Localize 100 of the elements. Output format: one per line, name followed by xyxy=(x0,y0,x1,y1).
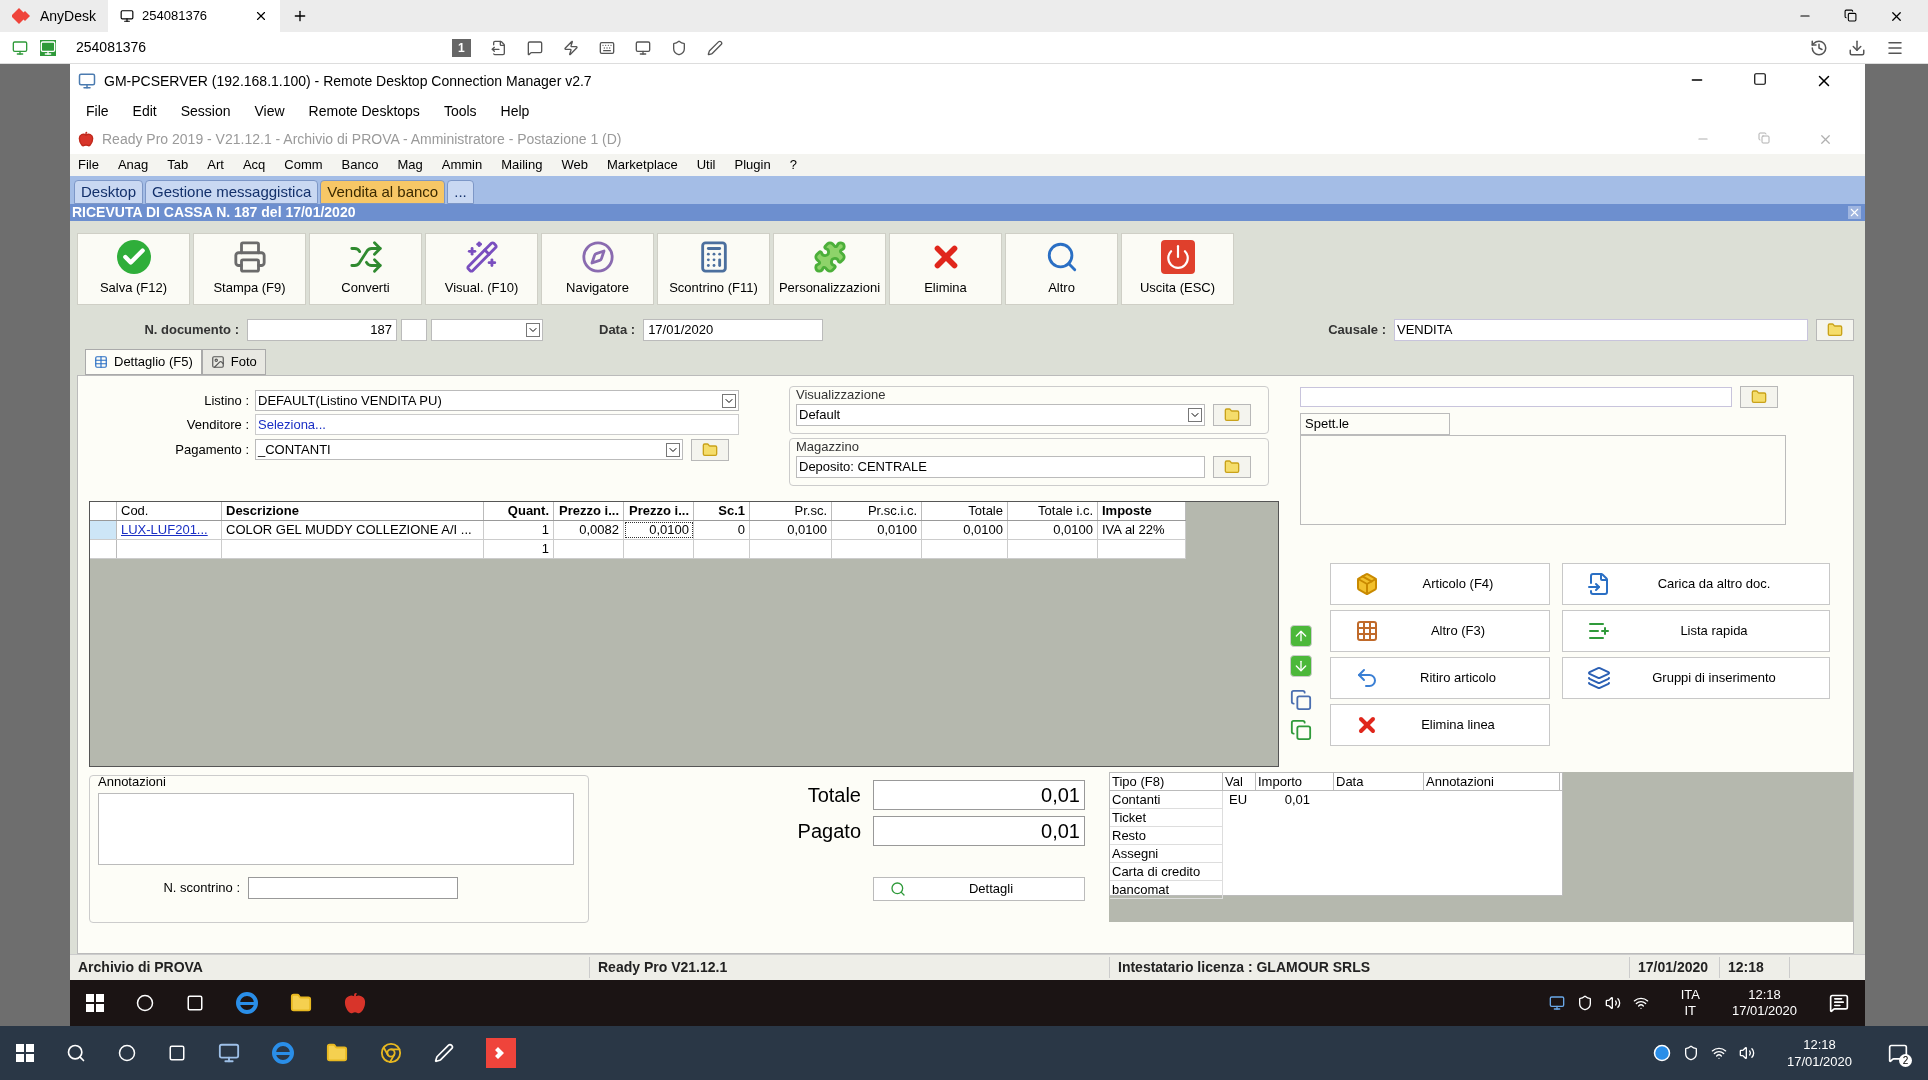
shield-icon[interactable] xyxy=(1682,1045,1699,1061)
file-explorer-icon[interactable] xyxy=(326,1042,348,1064)
column-header[interactable]: Pr.sc. xyxy=(750,502,832,520)
menu-item[interactable]: File xyxy=(86,100,109,122)
column-header[interactable]: Totale xyxy=(922,502,1008,520)
payment-type-cell[interactable]: Carta di credito xyxy=(1110,863,1223,881)
suffix-field[interactable] xyxy=(401,319,427,341)
volume-icon[interactable] xyxy=(1738,1045,1755,1061)
payment-type-cell[interactable]: Assegni xyxy=(1110,845,1223,863)
menu-item[interactable]: Banco xyxy=(341,155,379,175)
column-header[interactable]: Pr.sc.i.c. xyxy=(832,502,922,520)
menu-item[interactable]: Util xyxy=(696,155,716,175)
clock-date[interactable]: 17/01/2020 xyxy=(1731,1003,1797,1019)
notifications-icon[interactable] xyxy=(1829,993,1849,1013)
copy-icon[interactable] xyxy=(1290,689,1312,711)
causale-field[interactable]: VENDITA xyxy=(1394,319,1808,341)
action-button[interactable]: Gruppi di inserimento xyxy=(1562,657,1830,699)
receipt-number-field[interactable] xyxy=(248,877,458,899)
maximize-icon[interactable] xyxy=(1753,72,1767,86)
document-tab[interactable]: Vendita al banco xyxy=(320,180,446,204)
pen-app-icon[interactable] xyxy=(434,1043,454,1063)
task-view-icon[interactable] xyxy=(168,1044,186,1062)
menu-item[interactable]: Marketplace xyxy=(606,155,678,175)
column-header[interactable]: Importo xyxy=(1256,773,1334,790)
detail-tab[interactable]: Foto xyxy=(201,349,266,375)
rdcm-app-icon[interactable] xyxy=(218,1042,240,1064)
toolbar-button[interactable]: Salva (F12) xyxy=(77,233,190,305)
menu-item[interactable]: Tools xyxy=(443,100,477,122)
keyboard-layout[interactable]: IT xyxy=(1684,1003,1697,1019)
column-header[interactable]: Prezzo i... xyxy=(554,502,624,520)
column-header[interactable]: Val xyxy=(1223,773,1256,790)
menu-item[interactable]: ? xyxy=(789,155,797,175)
menu-item[interactable]: Ammin xyxy=(441,155,483,175)
address-field[interactable]: 254081376 xyxy=(68,35,428,60)
duplicate-icon[interactable] xyxy=(1290,719,1312,741)
visualizzazione-dropdown[interactable]: Default xyxy=(796,404,1205,426)
listino-dropdown[interactable]: DEFAULT(Listino VENDITA PU) xyxy=(255,390,739,411)
menu-item[interactable]: Tab xyxy=(167,155,189,175)
session-tab[interactable]: 254081376 xyxy=(108,0,281,32)
chat-icon[interactable] xyxy=(526,39,543,56)
menu-item[interactable]: Anag xyxy=(117,155,149,175)
download-icon[interactable] xyxy=(1848,38,1866,57)
menu-item[interactable]: Mailing xyxy=(501,155,543,175)
pen-icon[interactable] xyxy=(706,39,723,56)
payment-type-cell[interactable]: Ticket xyxy=(1110,809,1223,827)
series-dropdown[interactable] xyxy=(431,319,543,341)
column-header[interactable]: Annotazioni xyxy=(1424,773,1560,790)
restore-icon[interactable] xyxy=(1844,8,1857,22)
search-icon[interactable] xyxy=(66,1043,86,1063)
file-transfer-icon[interactable] xyxy=(490,39,507,56)
action-button[interactable]: Altro (F3) xyxy=(1330,610,1550,652)
menu-item[interactable]: Acq xyxy=(242,155,266,175)
magazzino-field[interactable]: Deposito: CENTRALE xyxy=(796,456,1205,478)
column-header[interactable]: Totale i.c. xyxy=(1008,502,1098,520)
column-header[interactable]: Cod. xyxy=(117,502,222,520)
menu-item[interactable]: Comm xyxy=(284,155,323,175)
customer-field[interactable] xyxy=(1300,387,1732,407)
column-header[interactable]: Quant. xyxy=(484,502,554,520)
menu-item[interactable]: Plugin xyxy=(734,155,771,175)
keyboard-icon[interactable] xyxy=(598,39,615,56)
menu-item[interactable]: Help xyxy=(500,100,530,122)
action-button[interactable]: Articolo (F4) xyxy=(1330,563,1550,605)
clock-time[interactable]: 12:18 xyxy=(1803,1036,1836,1053)
action-button[interactable]: Elimina linea xyxy=(1330,704,1550,746)
anydesk-app-icon[interactable] xyxy=(486,1038,516,1068)
task-view-icon[interactable] xyxy=(186,994,204,1012)
toolbar-button[interactable]: Stampa (F9) xyxy=(193,233,306,305)
toolbar-button[interactable]: Visual. (F10) xyxy=(425,233,538,305)
column-header[interactable]: Imposte xyxy=(1098,502,1186,520)
column-header[interactable]: Tipo (F8) xyxy=(1110,773,1223,790)
menu-item[interactable]: Remote Desktops xyxy=(308,100,420,122)
venditore-field[interactable]: Seleziona... xyxy=(255,414,739,435)
monitor-icon[interactable] xyxy=(634,39,651,56)
toolbar-button[interactable]: Converti xyxy=(309,233,422,305)
shield-icon[interactable] xyxy=(670,39,687,56)
payment-type-cell[interactable]: Contanti xyxy=(1110,791,1223,809)
action-button[interactable]: Carica da altro doc. xyxy=(1562,563,1830,605)
lightning-icon[interactable] xyxy=(562,39,579,56)
browser-e-icon[interactable] xyxy=(236,992,258,1014)
toolbar-button[interactable]: Navigatore xyxy=(541,233,654,305)
document-tab[interactable]: ... xyxy=(447,180,474,204)
network-icon[interactable] xyxy=(1710,1045,1727,1061)
column-header[interactable]: Prezzo i... xyxy=(624,502,694,520)
toolbar-button[interactable]: Altro xyxy=(1005,233,1118,305)
menu-item[interactable]: Web xyxy=(561,155,588,175)
tray-icon[interactable] xyxy=(1548,995,1565,1011)
menu-item[interactable]: Session xyxy=(180,100,231,122)
chrome-browser-icon[interactable] xyxy=(380,1042,402,1064)
menu-item[interactable]: File xyxy=(78,155,99,175)
windows-logo-icon[interactable] xyxy=(86,994,104,1012)
search-circle-icon[interactable] xyxy=(136,994,154,1012)
browser-e-icon[interactable] xyxy=(272,1042,294,1064)
column-header[interactable]: Data xyxy=(1334,773,1424,790)
annotations-field[interactable] xyxy=(98,793,574,865)
notifications-button[interactable]: 2 xyxy=(1884,1039,1912,1067)
menu-item[interactable]: Edit xyxy=(132,100,157,122)
column-header[interactable]: Descrizione xyxy=(222,502,484,520)
menu-item[interactable]: Mag xyxy=(397,155,423,175)
column-header[interactable]: Sc.1 xyxy=(694,502,750,520)
shield-icon[interactable] xyxy=(1576,995,1593,1011)
